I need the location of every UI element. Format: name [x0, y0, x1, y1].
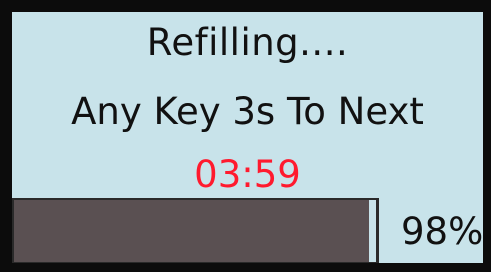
next-step-instruction: Any Key 3s To Next [71, 90, 424, 133]
refill-progress-bar [12, 198, 379, 263]
countdown-timer: 03:59 [194, 153, 301, 196]
refill-progress-percent: 98% [401, 210, 484, 253]
status-title: Refilling.... [146, 21, 349, 64]
refill-status-panel: Refilling.... Any Key 3s To Next 03:59 9… [0, 0, 491, 272]
refill-progress-fill [14, 200, 369, 262]
